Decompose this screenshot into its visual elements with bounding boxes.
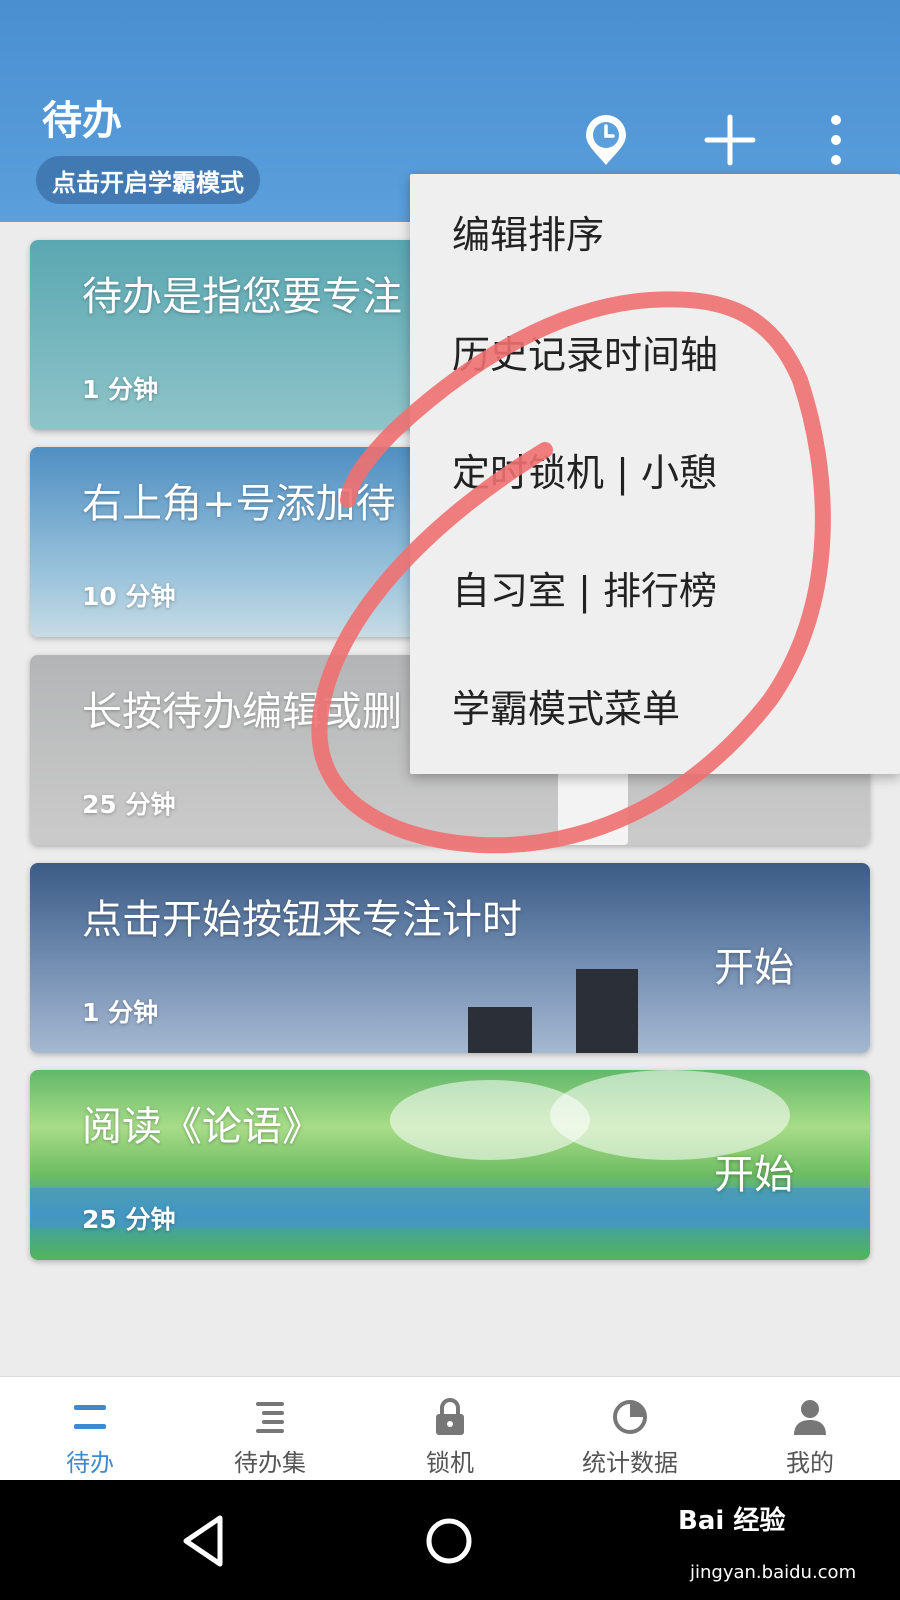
start-button[interactable]: 开始 <box>714 1142 794 1200</box>
todo-duration: 1 分钟 <box>82 998 159 1027</box>
bottom-navigation: 待办 待办集 锁机 统计数据 我的 <box>0 1376 900 1480</box>
building-decoration <box>576 969 638 1053</box>
todo-duration: 10 分钟 <box>82 582 176 611</box>
todo-card[interactable]: 点击开始按钮来专注计时 1 分钟 开始 <box>30 863 870 1053</box>
todo-title: 右上角+号添加待 <box>82 481 396 527</box>
nav-tab-lock[interactable]: 锁机 <box>360 1377 540 1481</box>
nav-tab-statistics[interactable]: 统计数据 <box>540 1377 720 1481</box>
todo-duration: 25 分钟 <box>82 1205 176 1234</box>
todo-title: 长按待办编辑或删 <box>82 689 402 735</box>
list-collection-icon <box>240 1395 300 1439</box>
nav-tab-profile[interactable]: 我的 <box>720 1377 900 1481</box>
todo-duration: 25 分钟 <box>82 790 176 819</box>
nav-label: 我的 <box>786 1449 834 1477</box>
more-vertical-icon[interactable] <box>806 110 866 170</box>
plus-icon[interactable] <box>700 110 760 170</box>
clock-icon[interactable] <box>576 110 636 170</box>
system-navigation-bar: Bai 经验 jingyan.baidu.com <box>0 1480 900 1600</box>
todo-duration: 1 分钟 <box>82 375 159 404</box>
watermark-brand: Bai 经验 <box>678 1506 786 1536</box>
watermark-url: jingyan.baidu.com <box>690 1562 857 1583</box>
nav-tab-todo-sets[interactable]: 待办集 <box>180 1377 360 1481</box>
back-icon[interactable] <box>168 1506 238 1576</box>
page-title: 待办 <box>42 98 122 144</box>
building-decoration <box>468 1007 532 1053</box>
list-icon <box>60 1395 120 1439</box>
menu-item-study-mode-menu[interactable]: 学霸模式菜单 <box>452 678 680 733</box>
start-button[interactable]: 开始 <box>714 935 794 993</box>
menu-item-edit-sort[interactable]: 编辑排序 <box>452 204 604 259</box>
nav-label: 待办 <box>66 1449 114 1477</box>
menu-item-timed-lock[interactable]: 定时锁机 | 小憩 <box>452 442 717 497</box>
user-icon <box>780 1395 840 1439</box>
nav-label: 锁机 <box>426 1449 474 1477</box>
todo-card[interactable]: 阅读《论语》 25 分钟 开始 <box>30 1070 870 1260</box>
lock-icon <box>420 1395 480 1439</box>
nav-label: 待办集 <box>234 1449 306 1477</box>
overflow-menu: 编辑排序 历史记录时间轴 定时锁机 | 小憩 自习室 | 排行榜 学霸模式菜单 <box>410 174 900 774</box>
todo-title: 点击开始按钮来专注计时 <box>82 897 522 943</box>
menu-item-study-room[interactable]: 自习室 | 排行榜 <box>452 560 717 615</box>
pie-chart-icon <box>600 1395 660 1439</box>
study-mode-button[interactable]: 点击开启学霸模式 <box>36 156 260 204</box>
nav-tab-todo[interactable]: 待办 <box>0 1377 180 1481</box>
home-icon[interactable] <box>414 1506 484 1576</box>
todo-title: 阅读《论语》 <box>82 1104 322 1150</box>
nav-label: 统计数据 <box>582 1449 678 1477</box>
menu-item-history-timeline[interactable]: 历史记录时间轴 <box>452 324 718 379</box>
todo-title: 待办是指您要专注 <box>82 274 402 320</box>
